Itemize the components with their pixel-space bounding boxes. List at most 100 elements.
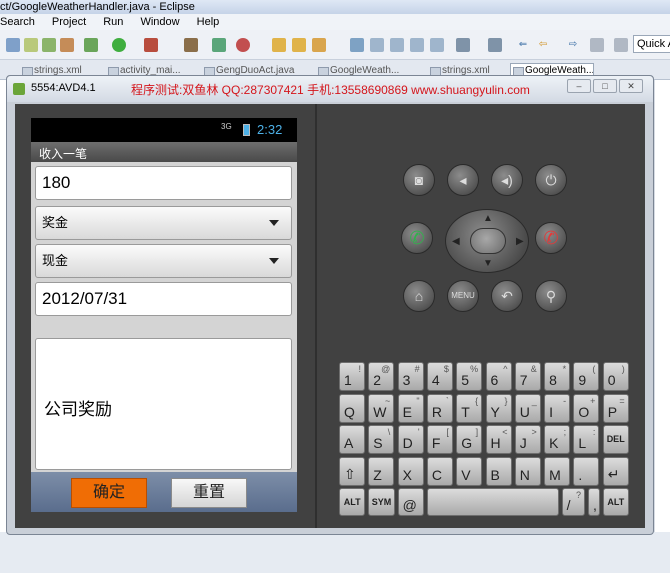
toolbar-icon[interactable] (390, 38, 404, 52)
keyboard-key[interactable]: SYM (368, 488, 395, 516)
back-arrow-icon[interactable]: ⇐ (516, 38, 530, 52)
toolbar-icon[interactable] (488, 38, 502, 52)
keyboard-key[interactable]: Z (368, 456, 395, 486)
menu-help[interactable]: Help (197, 16, 220, 28)
forward-arrow-icon[interactable]: ⇨ (566, 38, 580, 52)
toolbar-icon[interactable] (370, 38, 384, 52)
dpad-down-icon[interactable]: ▼ (483, 258, 493, 269)
space-key[interactable] (426, 488, 559, 516)
keyboard-key[interactable]: C (426, 456, 453, 486)
toolbar-icon[interactable] (614, 38, 628, 52)
back-history-icon[interactable]: ⇦ (536, 38, 550, 52)
keyboard-key[interactable]: Y} (485, 393, 512, 423)
keyboard-key[interactable]: ↵ (602, 456, 629, 486)
home-icon[interactable]: ⌂ (403, 280, 435, 312)
volume-down-icon[interactable]: ◂ (447, 164, 479, 196)
keyboard-key[interactable]: N (514, 456, 541, 486)
keyboard-key[interactable]: , (588, 488, 600, 516)
keyboard-key[interactable]: H < (485, 425, 512, 454)
keyboard-key[interactable]: A (339, 425, 365, 454)
toolbar-icon[interactable] (24, 38, 38, 52)
menu-search[interactable]: Search (0, 16, 35, 28)
keyboard-key[interactable]: D ' (397, 425, 424, 454)
keyboard-key[interactable]: DEL (602, 425, 629, 454)
keyboard-key[interactable]: I- (544, 393, 571, 423)
quick-access-input[interactable]: Quick A (633, 35, 670, 53)
menu-run[interactable]: Run (103, 16, 123, 28)
keyboard-key[interactable]: G] (456, 425, 483, 454)
menu-window[interactable]: Window (140, 16, 179, 28)
folder-icon[interactable] (292, 38, 306, 52)
keyboard-key[interactable]: V (456, 456, 483, 486)
date-field[interactable]: 2012/07/31 (35, 282, 292, 316)
close-button[interactable]: ✕ (619, 79, 643, 93)
debug-icon[interactable] (84, 38, 98, 52)
toolbar-icon[interactable] (350, 38, 364, 52)
keyboard-key[interactable]: 6 ^ (485, 362, 512, 391)
keyboard-key[interactable]: 2 @ (368, 362, 395, 391)
camera-icon[interactable]: ◙ (403, 164, 435, 196)
keyboard-key[interactable]: W ~ (368, 393, 395, 423)
folder-icon[interactable] (272, 38, 286, 52)
confirm-button[interactable]: 确定 (71, 478, 147, 508)
toolbar-icon[interactable] (456, 38, 470, 52)
power-icon[interactable]: ⏻ (535, 164, 567, 196)
keyboard-key[interactable]: 4 $ (426, 362, 453, 391)
dpad-right-icon[interactable]: ▶ (516, 236, 524, 247)
account-spinner[interactable]: 现金 (35, 244, 292, 278)
keyboard-key[interactable]: . (573, 456, 600, 486)
menu-project[interactable]: Project (52, 16, 86, 28)
toolbar-icon[interactable] (430, 38, 444, 52)
run-icon[interactable] (112, 38, 126, 52)
call-icon[interactable]: ✆ (401, 222, 433, 254)
external-tools-icon[interactable] (144, 38, 158, 52)
keyboard-key[interactable]: 8 * (544, 362, 571, 391)
toolbar-icon[interactable] (236, 38, 250, 52)
keyboard-key[interactable]: ALT (339, 488, 366, 516)
reset-button[interactable]: 重置 (171, 478, 247, 508)
toolbar-icon[interactable] (590, 38, 604, 52)
end-call-icon[interactable]: ✆ (535, 222, 567, 254)
keyboard-key[interactable]: ALT (602, 488, 629, 516)
keyboard-key[interactable]: ⇧ (339, 456, 365, 486)
keyboard-key[interactable]: J > (514, 425, 541, 454)
keyboard-key[interactable]: X (397, 456, 424, 486)
menu-button[interactable]: MENU (447, 280, 479, 312)
dpad-center-button[interactable] (470, 228, 506, 254)
keyboard-key[interactable]: F[ (426, 425, 453, 454)
amount-field[interactable]: 180 (35, 166, 292, 200)
note-field[interactable]: 公司奖励 (35, 338, 292, 470)
keyboard-key[interactable]: @ (397, 488, 424, 516)
toolbar-icon[interactable] (410, 38, 424, 52)
maximize-button[interactable]: □ (593, 79, 617, 93)
keyboard-key[interactable]: U _ (514, 393, 541, 423)
minimize-button[interactable]: – (567, 79, 591, 93)
toolbar-icon[interactable] (60, 38, 74, 52)
toolbar-icon[interactable] (6, 38, 20, 52)
keyboard-key[interactable]: P = (602, 393, 629, 423)
search-icon[interactable]: ⚲ (535, 280, 567, 312)
keyboard-key[interactable]: 1! (339, 362, 365, 391)
keyboard-key[interactable]: E " (397, 393, 424, 423)
keyboard-key[interactable]: 7 & (514, 362, 541, 391)
back-icon[interactable]: ↶ (491, 280, 523, 312)
volume-up-icon[interactable]: ◂) (491, 164, 523, 196)
keyboard-key[interactable]: S \ (368, 425, 395, 454)
keyboard-key[interactable]: 5% (456, 362, 483, 391)
keyboard-key[interactable]: B (485, 456, 512, 486)
dpad-up-icon[interactable]: ▲ (483, 213, 493, 224)
keyboard-key[interactable]: K; (544, 425, 571, 454)
keyboard-key[interactable]: O + (573, 393, 600, 423)
keyboard-key[interactable]: Q (339, 393, 365, 423)
toolbar-icon[interactable] (212, 38, 226, 52)
keyboard-key[interactable]: /? (561, 488, 586, 516)
dpad[interactable]: ▲ ▼ ◀ ▶ (445, 209, 529, 273)
keyboard-key[interactable]: 9( (573, 362, 600, 391)
emulator-title-bar[interactable]: 5554:AVD4.1 程序测试:双鱼林 QQ:287307421 手机:135… (7, 76, 653, 102)
category-spinner[interactable]: 奖金 (35, 206, 292, 240)
keyboard-key[interactable]: R ` (426, 393, 453, 423)
keyboard-key[interactable]: M (544, 456, 571, 486)
keyboard-key[interactable]: T{ (456, 393, 483, 423)
toolbar-icon[interactable] (42, 38, 56, 52)
dpad-left-icon[interactable]: ◀ (452, 236, 460, 247)
